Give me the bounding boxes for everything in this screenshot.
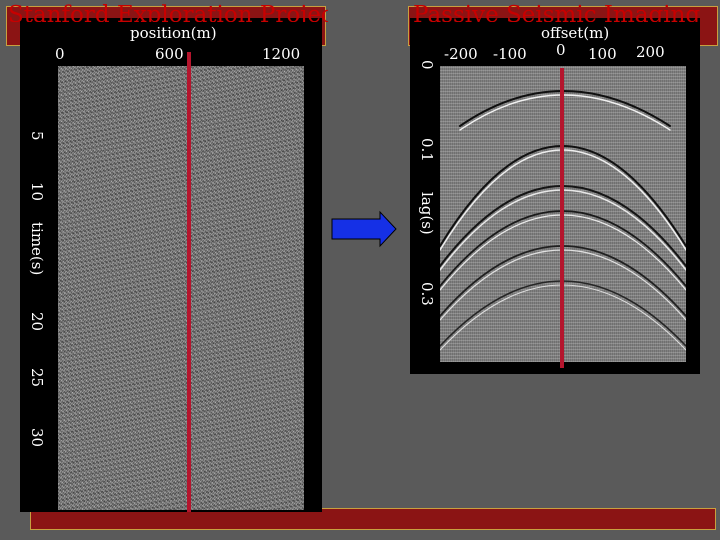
left-y-label: time(s) (28, 222, 46, 276)
right-y-label: lag(s) (418, 192, 436, 235)
right-y-tick-0-3: 0.3 (418, 282, 436, 306)
left-y-tick-10: 10 (28, 182, 46, 202)
left-y-tick-5: 5 (28, 131, 46, 141)
right-x-tick-minus100: -100 (493, 45, 527, 63)
left-x-tick-1200: 1200 (262, 45, 301, 63)
right-y-tick-0-1: 0.1 (418, 138, 436, 162)
left-y-tick-30: 30 (28, 428, 46, 448)
right-marker-line (560, 68, 564, 368)
right-x-label: offset(m) (541, 24, 610, 42)
right-x-tick-100: 100 (588, 45, 617, 63)
right-x-tick-200: 200 (636, 43, 665, 61)
left-y-tick-25: 25 (28, 368, 46, 388)
left-x-tick-0: 0 (55, 45, 65, 63)
banner-title-right: Passive Seismic Imaging (413, 2, 701, 22)
left-y-tick-20: 20 (28, 312, 46, 332)
left-x-label: position(m) (130, 24, 217, 42)
left-noise-image (58, 66, 304, 510)
right-y-tick-0: 0 (418, 60, 436, 70)
right-arrow-icon (331, 210, 397, 248)
banner-title-left: Stanford Exploration Project (8, 2, 328, 22)
right-x-tick-0: 0 (556, 41, 566, 59)
left-marker-line (187, 52, 191, 512)
right-x-tick-minus200: -200 (444, 45, 478, 63)
left-x-tick-600: 600 (155, 45, 184, 63)
